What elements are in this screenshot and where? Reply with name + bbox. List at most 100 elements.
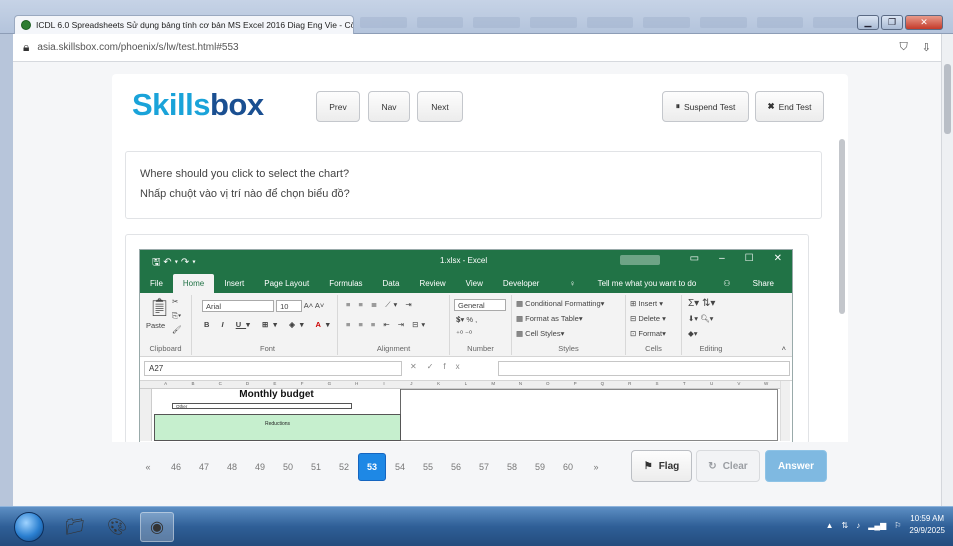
clear-icon[interactable]: ◆▾ <box>688 329 698 338</box>
collapse-ribbon-icon[interactable]: ˄ <box>782 344 786 353</box>
tab-formulas[interactable]: Formulas <box>319 279 372 293</box>
network-icon[interactable]: ⇅ <box>842 521 849 530</box>
autosum-sort-icons[interactable]: Σ▾ ⇅▾ <box>688 298 715 309</box>
chart-area[interactable] <box>401 389 778 441</box>
close-window-button[interactable]: ✕ <box>905 15 943 30</box>
coccoc-browser-icon[interactable]: ◉ <box>140 512 174 542</box>
excel-restore-button[interactable]: ☐ <box>745 253 754 264</box>
first-page-button[interactable]: « <box>134 453 162 481</box>
paint-icon[interactable]: 🎨︎ <box>100 512 134 542</box>
worksheet-grid[interactable]: ABCDEFGHIJKLMNOPQRSTUVW Monthly budget O… <box>140 381 792 441</box>
align-horizontal-icons[interactable]: ≡ ≡ ≡ ⇤ ⇥ ⊟▾ <box>346 320 428 329</box>
font-size-select[interactable]: 10 <box>276 300 303 312</box>
cell-styles-button[interactable]: ▦ Cell Styles▾ <box>516 329 564 338</box>
answer-button[interactable]: Answer <box>765 450 827 482</box>
format-painter-icon[interactable]: 🖌︎ <box>172 325 182 334</box>
page-button[interactable]: 46 <box>162 453 190 481</box>
nav-button[interactable]: Nav <box>368 91 410 122</box>
page-button[interactable]: 48 <box>218 453 246 481</box>
page-button[interactable]: 52 <box>330 453 358 481</box>
tab-review[interactable]: Review <box>409 279 455 293</box>
formula-input[interactable] <box>498 361 790 376</box>
quick-access-toolbar[interactable]: 🖫 ↶ ▾ ↷ ▾ <box>152 255 196 272</box>
group-label-cells: Cells <box>645 344 662 353</box>
cut-icon[interactable]: ✂ <box>172 297 178 306</box>
decimal-icons[interactable]: ⁺⁰ ⁻⁰ <box>456 329 472 338</box>
maximize-button[interactable]: ❐ <box>881 15 903 30</box>
address-bar[interactable]: 🔒︎ asia.skillsbox.com/phoenix/s/lw/test.… <box>13 34 941 62</box>
flag-button[interactable]: ⚑ Flag <box>631 450 692 482</box>
page-button[interactable]: 60 <box>554 453 582 481</box>
number-format-select[interactable]: General <box>454 299 506 311</box>
chart-object[interactable]: Monthly budget Other Reductions <box>152 389 401 441</box>
share-button[interactable]: ⚇ Share <box>713 279 784 288</box>
page-button[interactable]: 58 <box>498 453 526 481</box>
name-box[interactable]: A27 <box>144 361 402 376</box>
group-label-alignment: Alignment <box>376 344 411 353</box>
content-scrollbar[interactable] <box>839 139 845 314</box>
tab-view[interactable]: View <box>456 279 493 293</box>
font-format-buttons[interactable]: B I U▾ ⊞▾ ◈▾ A▾ <box>204 320 335 329</box>
page-button[interactable]: 51 <box>302 453 330 481</box>
align-top-icons[interactable]: ≡ ≡ ≣ ⟋▾ ⇥ <box>346 300 415 310</box>
prev-button[interactable]: Prev <box>316 91 360 122</box>
page-button[interactable]: 54 <box>386 453 414 481</box>
delete-cells-button[interactable]: ⊟ Delete ▾ <box>630 314 666 323</box>
page-scrollbar[interactable] <box>941 34 953 506</box>
ribbon-display-icon[interactable]: ▭ <box>690 253 699 264</box>
page-button[interactable]: 57 <box>470 453 498 481</box>
file-explorer-icon[interactable]: 📁︎ <box>58 512 92 542</box>
clock[interactable]: 10:59 AM 29/9/2025 <box>909 513 945 537</box>
tab-data[interactable]: Data <box>373 279 410 293</box>
conditional-formatting-button[interactable]: ▦ Conditional Formatting▾ <box>516 299 604 308</box>
page-button[interactable]: 49 <box>246 453 274 481</box>
url-text[interactable]: asia.skillsbox.com/phoenix/s/lw/test.htm… <box>37 42 238 53</box>
tell-me-box[interactable]: ♀ Tell me what you want to do <box>549 279 716 293</box>
page-button[interactable]: 50 <box>274 453 302 481</box>
tab-developer[interactable]: Developer <box>493 279 549 293</box>
show-hidden-icons[interactable]: ▲ <box>826 521 834 530</box>
page-button[interactable]: 47 <box>190 453 218 481</box>
fill-find-icons[interactable]: ⬇▾ 🔍︎▾ <box>688 314 713 323</box>
shield-icon[interactable]: ⛉ <box>900 41 908 54</box>
formula-bar-icons[interactable]: ✕✓fx <box>410 362 470 371</box>
background-tabs[interactable] <box>360 17 861 32</box>
tab-insert[interactable]: Insert <box>214 279 254 293</box>
volume-icon[interactable]: ♪ <box>856 521 860 530</box>
minimize-button[interactable]: ▁ <box>857 15 879 30</box>
paste-icon[interactable]: 📋︎ <box>148 297 171 318</box>
start-button[interactable] <box>14 512 44 542</box>
excel-vertical-scrollbar[interactable] <box>780 381 790 441</box>
tab-file[interactable]: File <box>140 279 173 293</box>
excel-minimize-button[interactable]: – <box>719 253 725 264</box>
group-label-styles: Styles <box>558 344 579 353</box>
insert-cells-button[interactable]: ⊞ Insert ▾ <box>630 299 663 308</box>
end-test-button[interactable]: ✖ End Test <box>755 91 824 122</box>
font-size-arrows-icon[interactable]: A˄ A˅ <box>304 301 324 310</box>
page-scrollbar-thumb[interactable] <box>944 64 951 134</box>
other-row: Other <box>172 403 352 409</box>
copy-icon[interactable]: ⎘▾ <box>172 311 181 321</box>
tab-title: ICDL 6.0 Spreadsheets Sử dụng bảng tính … <box>36 20 354 30</box>
page-button[interactable]: 56 <box>442 453 470 481</box>
suspend-test-button[interactable]: ⏸ Suspend Test <box>662 91 749 122</box>
tab-page-layout[interactable]: Page Layout <box>254 279 319 293</box>
font-name-select[interactable]: Arial <box>202 300 274 312</box>
clock-time: 10:59 AM <box>910 514 945 523</box>
format-as-table-button[interactable]: ▦ Format as Table▾ <box>516 314 583 323</box>
paste-button[interactable]: Paste <box>146 321 165 330</box>
current-page-button[interactable]: 53 <box>358 453 386 481</box>
currency-percent-icons[interactable]: 💲︎▾ % , <box>456 315 477 325</box>
format-cells-button[interactable]: ⊡ Format▾ <box>630 329 666 338</box>
page-button[interactable]: 59 <box>526 453 554 481</box>
clear-button[interactable]: ↻ Clear <box>696 450 760 482</box>
signal-icon[interactable]: ▂▄▆ <box>868 521 886 530</box>
tab-home[interactable]: Home <box>172 274 215 293</box>
flag-tray-icon[interactable]: ⚐ <box>894 521 901 530</box>
last-page-button[interactable]: » <box>582 453 610 481</box>
next-button[interactable]: Next <box>417 91 463 122</box>
browser-tab[interactable]: ICDL 6.0 Spreadsheets Sử dụng bảng tính … <box>14 15 354 34</box>
download-icon[interactable]: ⇩ <box>922 41 931 54</box>
page-button[interactable]: 55 <box>414 453 442 481</box>
excel-close-button[interactable]: ✕ <box>774 253 782 264</box>
